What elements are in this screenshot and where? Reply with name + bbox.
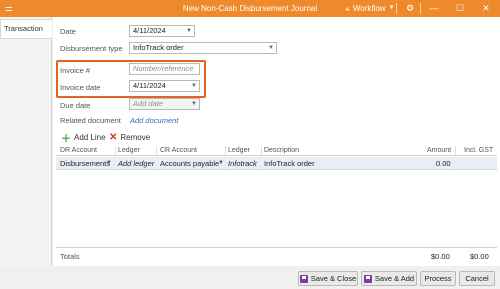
chevron-down-icon[interactable]: ▼ — [106, 160, 112, 166]
dr-account-cell[interactable]: Disbursements — [60, 159, 110, 168]
column-header[interactable]: Incl. GST — [464, 147, 493, 154]
disbursement-type-select[interactable]: InfoTrack order ▼ — [129, 42, 277, 54]
chevron-down-icon[interactable]: ▼ — [189, 99, 199, 109]
chevron-down-icon[interactable]: ▼ — [184, 26, 194, 36]
column-header[interactable]: DR Account — [60, 147, 97, 154]
save-add-button[interactable]: Save & Add — [361, 271, 417, 286]
date-value: 4/11/2024 — [133, 26, 166, 35]
date-field[interactable]: 4/11/2024 ▼ — [129, 25, 195, 37]
remove-line-button[interactable]: ✕ Remove — [109, 130, 150, 144]
highlight-box — [56, 60, 206, 98]
divider — [56, 247, 497, 248]
date-label: Date — [60, 27, 76, 36]
tab-transaction[interactable]: Transaction — [0, 19, 52, 39]
column-header[interactable]: Ledger — [228, 147, 250, 154]
chevron-down-icon: ▼ — [388, 5, 395, 11]
close-icon[interactable]: ✕ — [476, 0, 496, 17]
due-date-label: Due date — [60, 101, 91, 110]
save-close-button[interactable]: Save & Close — [298, 271, 358, 286]
cancel-button[interactable]: Cancel — [459, 271, 495, 286]
divider — [396, 3, 397, 14]
column-header[interactable]: Ledger — [118, 147, 140, 154]
cr-ledger-link[interactable]: Infotrack — [228, 159, 257, 168]
save-add-label: Save & Add — [374, 274, 415, 283]
tab-strip: Transaction — [0, 17, 52, 289]
footer-bar: Save & Close Save & Add Process Cancel — [0, 266, 500, 289]
plus-icon: ＋ — [61, 133, 71, 145]
lines-toolbar: ＋ Add Line ✕ Remove — [53, 130, 500, 145]
due-date-field[interactable]: Add date ▼ — [129, 98, 200, 110]
save-icon — [299, 274, 308, 283]
title-bar: ⚌ New Non-Cash Disbursement Journal ⚹ Wo… — [0, 0, 500, 17]
amount-cell[interactable]: 0.00 — [436, 159, 451, 168]
disbursement-type-value: InfoTrack order — [133, 43, 184, 52]
workflow-label: Workflow — [352, 4, 386, 13]
chevron-down-icon[interactable]: ▼ — [218, 160, 224, 166]
save-icon — [363, 274, 372, 283]
add-line-label: Add Line — [74, 132, 106, 142]
table-row[interactable]: Disbursements ▼ Add ledger Accounts paya… — [56, 157, 497, 170]
grid-header: DR Account Ledger CR Account Ledger Desc… — [56, 146, 497, 156]
due-date-placeholder: Add date — [133, 99, 164, 108]
workflow-icon: ⚹ — [345, 4, 350, 13]
gear-icon[interactable]: ⚙ — [400, 0, 420, 17]
add-document-link[interactable]: Add document — [130, 116, 178, 125]
totals-label: Totals — [60, 252, 80, 261]
divider — [420, 3, 421, 14]
maximize-icon[interactable]: ☐ — [450, 0, 470, 17]
totals-amount: $0.00 — [431, 252, 450, 261]
cr-account-cell[interactable]: Accounts payable — [160, 159, 219, 168]
disbursement-type-label: Disbursement type — [60, 44, 123, 53]
process-button[interactable]: Process — [420, 271, 456, 286]
close-icon: ✕ — [109, 131, 118, 143]
chevron-down-icon[interactable]: ▼ — [266, 43, 276, 53]
add-ledger-link[interactable]: Add ledger — [118, 159, 154, 168]
totals-incl-gst: $0.00 — [470, 252, 489, 261]
column-header[interactable]: Amount — [427, 147, 451, 154]
related-document-label: Related document — [60, 116, 121, 125]
column-header[interactable]: CR Account — [160, 147, 197, 154]
workflow-button[interactable]: ⚹ Workflow ▼ — [345, 0, 395, 17]
remove-line-label: Remove — [120, 132, 151, 142]
minimize-icon[interactable]: — — [424, 0, 444, 17]
add-line-button[interactable]: ＋ Add Line — [61, 130, 106, 145]
column-header[interactable]: Description — [264, 147, 299, 154]
description-cell[interactable]: InfoTrack order — [264, 159, 315, 168]
save-close-label: Save & Close — [310, 274, 357, 283]
